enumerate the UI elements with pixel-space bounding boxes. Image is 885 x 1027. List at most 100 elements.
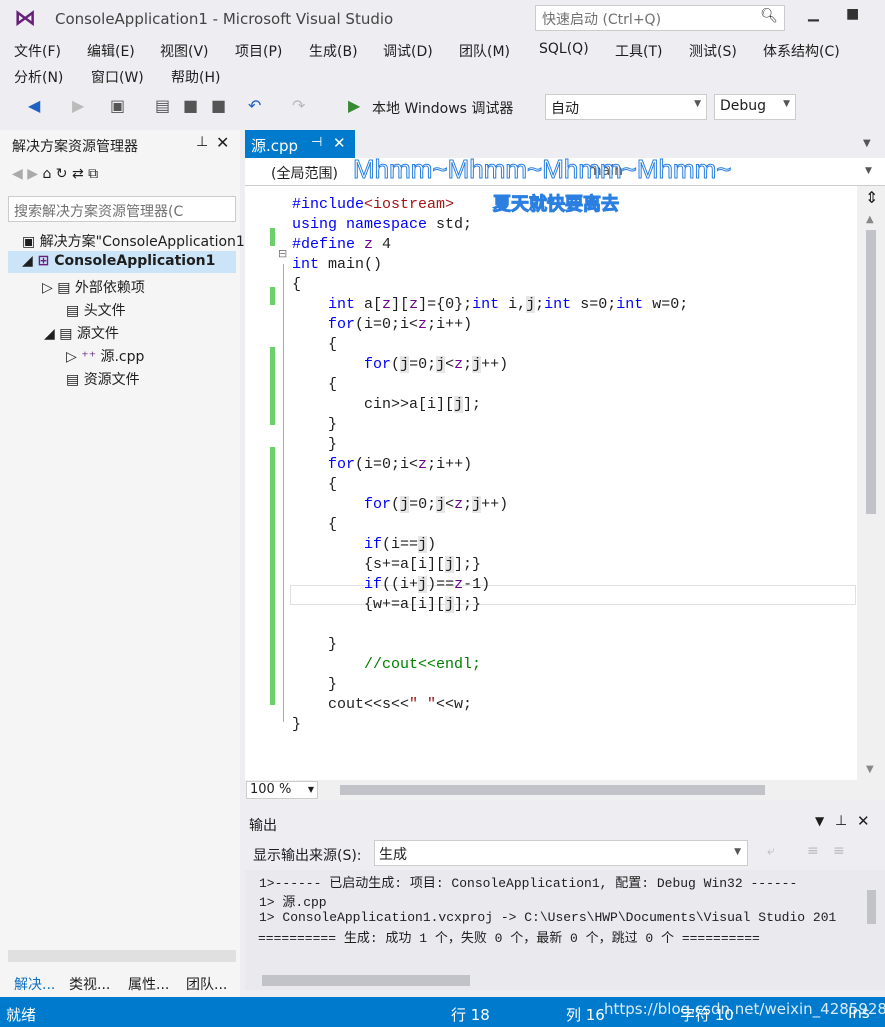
outline-guide: [283, 264, 284, 722]
chevron-down-icon[interactable]: ▼: [815, 814, 824, 828]
maximize-button[interactable]: ■: [846, 6, 859, 22]
code-token: j: [445, 556, 455, 573]
code-token: z: [454, 356, 464, 373]
menu-help[interactable]: 帮助(H): [171, 67, 220, 87]
save-all-icon[interactable]: ■: [211, 96, 226, 115]
folder-icon: ▤: [57, 280, 75, 296]
forward-icon[interactable]: ▶: [72, 96, 84, 115]
menu-build[interactable]: 生成(B): [309, 41, 358, 61]
code-token: int: [472, 296, 500, 313]
output-text[interactable]: 1>------ 已启动生成: 项目: ConsoleApplication1,…: [245, 870, 857, 970]
menu-window[interactable]: 窗口(W): [91, 67, 144, 87]
tree-item-solution[interactable]: ▣ 解决方案"ConsoleApplication1": [22, 231, 251, 251]
menu-edit[interactable]: 编辑(E): [87, 41, 135, 61]
change-marker: [270, 287, 275, 305]
folder-icon: ▤: [59, 326, 77, 342]
tree-item-project[interactable]: ◢ ⊞ ConsoleApplication1: [8, 251, 236, 273]
collapse-outline-icon[interactable]: ⊟: [278, 247, 287, 260]
output-vertical-scrollbar[interactable]: [857, 870, 885, 970]
split-icon[interactable]: ⇕: [865, 188, 878, 207]
code-area[interactable]: ⊟ #include<iostream> using namespace std;…: [245, 186, 857, 780]
redo-icon[interactable]: ↷: [292, 96, 305, 115]
vertical-scrollbar[interactable]: ⇕ ▲ ▼: [857, 186, 885, 780]
zoom-select[interactable]: 100 % ▼: [246, 781, 318, 799]
start-debug-icon[interactable]: ▶: [348, 96, 360, 115]
menu-file[interactable]: 文件(F): [14, 41, 61, 61]
start-debug-button[interactable]: 本地 Windows 调试器: [372, 98, 513, 118]
code-token: j: [418, 536, 428, 553]
output-horizontal-scrollbar[interactable]: [245, 970, 885, 990]
code-token: int: [328, 296, 356, 313]
next-message-icon[interactable]: ≡: [833, 843, 845, 859]
history-icon[interactable]: ↻: [56, 166, 68, 182]
output-source-select[interactable]: 生成 ▼: [374, 840, 748, 866]
code-line: for(i=0;i<z;i++): [292, 455, 472, 475]
scope-dropdown[interactable]: (全局范围): [271, 163, 338, 183]
menu-analyze[interactable]: 分析(N): [14, 67, 63, 87]
close-icon[interactable]: ✕: [333, 134, 346, 152]
scroll-down-icon[interactable]: ▼: [866, 764, 874, 775]
go-to-location-icon[interactable]: ⤶: [767, 843, 775, 859]
code-line: cout<<s<<" "<<w;: [292, 695, 472, 715]
pin-icon[interactable]: ⊣: [311, 135, 322, 150]
menu-debug[interactable]: 调试(D): [383, 41, 433, 61]
collapse-icon[interactable]: ⧉: [88, 166, 98, 182]
quick-launch-input[interactable]: 快速启动 (Ctrl+Q) 🔍︎: [535, 5, 785, 31]
code-token: }: [292, 636, 338, 653]
previous-message-icon[interactable]: ≡: [807, 843, 819, 859]
tree-item-resource-files[interactable]: ▤ 资源文件: [66, 369, 140, 389]
close-icon[interactable]: ✕: [216, 133, 229, 152]
code-token: <: [445, 496, 455, 513]
tree-item-source-files[interactable]: ◢ ▤ 源文件: [44, 323, 119, 343]
menu-view[interactable]: 视图(V): [160, 41, 209, 61]
pin-icon[interactable]: ⊥: [196, 134, 208, 150]
code-line: for(i=0;i<z;i++): [292, 315, 472, 335]
horizontal-scrollbar[interactable]: [8, 950, 236, 962]
code-token: {: [292, 336, 338, 353]
horizontal-scrollbar-thumb[interactable]: [340, 785, 765, 795]
tree-item-source-cpp[interactable]: ▷ ⁺⁺ 源.cpp: [66, 346, 144, 366]
tree-item-header-files[interactable]: ▤ 头文件: [66, 300, 126, 320]
back-icon[interactable]: ◀ ▶: [12, 166, 42, 182]
menu-tools[interactable]: 工具(T): [615, 41, 662, 61]
menu-project[interactable]: 项目(P): [235, 41, 282, 61]
home-icon[interactable]: ⌂: [42, 166, 51, 182]
scrollbar-thumb[interactable]: [866, 230, 876, 514]
new-project-icon[interactable]: ▣: [110, 96, 125, 115]
configuration-select[interactable]: Debug ▼: [714, 94, 796, 120]
change-marker: [270, 447, 275, 705]
scroll-up-icon[interactable]: ▲: [866, 214, 874, 225]
folder-icon: ▤: [66, 303, 84, 319]
output-panel: 输出 ▼ ⊥ ✕ 显示输出来源(S): 生成 ▼ ⤶ ≡ ≡ 1>------ 已…: [245, 810, 885, 997]
tab-solution-explorer[interactable]: 解决...: [14, 974, 55, 994]
tree-item-external-deps[interactable]: ▷ ▤ 外部依赖项: [42, 277, 145, 297]
solution-search-input[interactable]: 搜索解决方案资源管理器(C: [8, 196, 236, 222]
code-token: (i==: [382, 536, 419, 553]
output-line: 1> ConsoleApplication1.vcxproj -> C:\Use…: [259, 910, 837, 925]
open-file-icon[interactable]: ▤: [155, 96, 170, 115]
output-title: 输出: [249, 818, 277, 834]
code-line: {: [292, 375, 337, 395]
undo-icon[interactable]: ↶: [248, 96, 261, 115]
menu-architecture[interactable]: 体系结构(C): [763, 41, 840, 61]
tab-team[interactable]: 团队...: [186, 974, 227, 994]
save-icon[interactable]: ■: [183, 96, 198, 115]
menu-test[interactable]: 测试(S): [689, 41, 737, 61]
solution-explorer-toolbar: ◀ ▶ ⌂ ↻ ⇄ ⧉: [12, 166, 98, 182]
menu-team[interactable]: 团队(M): [459, 41, 510, 61]
back-icon[interactable]: ◀: [28, 96, 40, 115]
pin-icon[interactable]: ⊥: [835, 813, 847, 829]
chevron-down-icon[interactable]: ▼: [863, 138, 871, 149]
close-icon[interactable]: ✕: [857, 812, 870, 830]
sync-icon[interactable]: ⇄: [72, 166, 84, 182]
platform-select[interactable]: 自动 ▼: [545, 94, 707, 120]
panel-tabs: 解决... 类视... 属性... 团队...: [0, 966, 240, 997]
code-token: main(): [319, 256, 383, 273]
minimize-button[interactable]: ▁: [808, 6, 819, 22]
tab-properties[interactable]: 属性...: [128, 974, 169, 994]
tab-class-view[interactable]: 类视...: [69, 974, 110, 994]
chevron-down-icon[interactable]: ▼: [865, 166, 872, 176]
menu-sql[interactable]: SQL(Q): [539, 41, 589, 57]
code-token: z: [418, 456, 428, 473]
tab-source-cpp[interactable]: 源.cpp ⊣ ✕: [245, 130, 355, 158]
